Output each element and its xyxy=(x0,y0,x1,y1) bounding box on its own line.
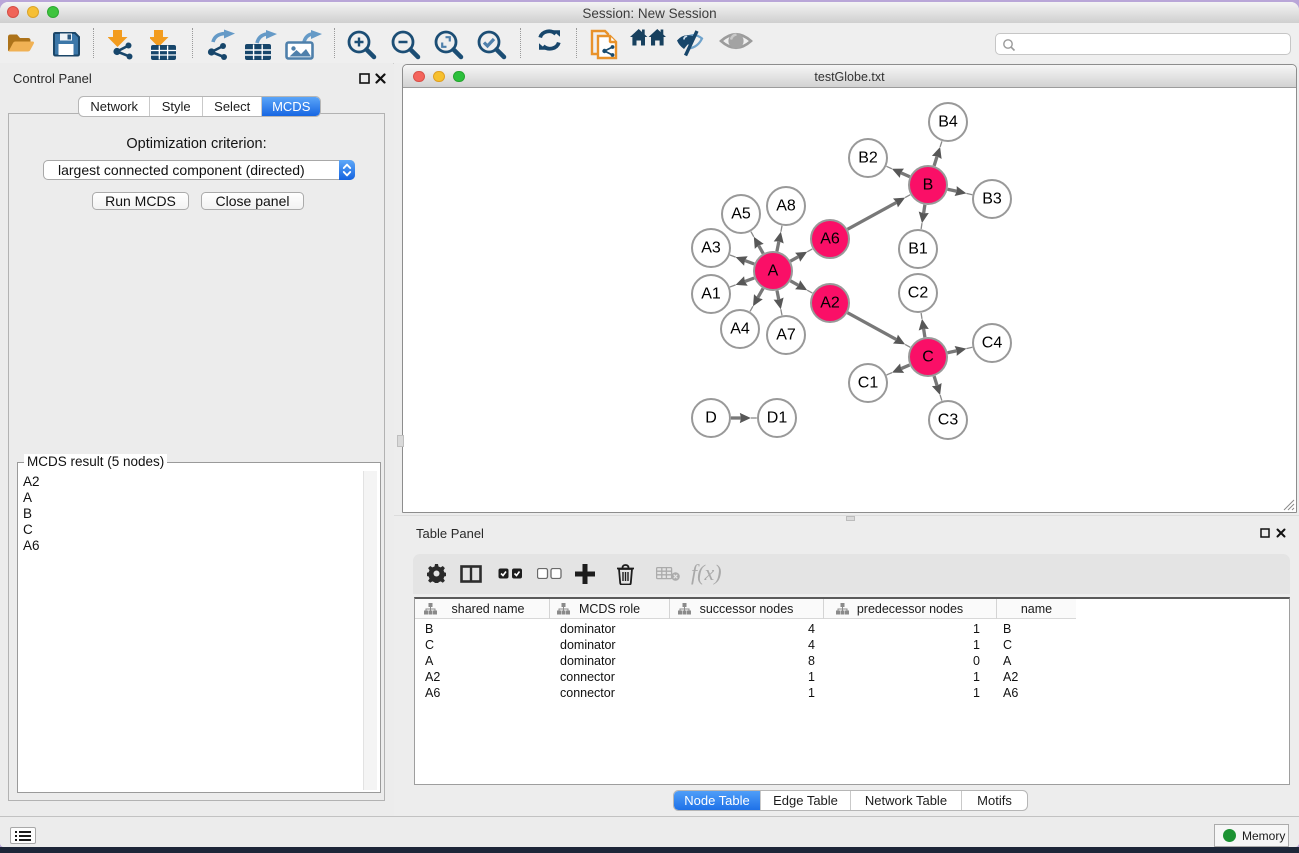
svg-text:A4: A4 xyxy=(730,321,750,338)
svg-text:C3: C3 xyxy=(938,412,959,429)
svg-text:A1: A1 xyxy=(701,286,721,303)
svg-text:A8: A8 xyxy=(776,198,796,215)
svg-text:C2: C2 xyxy=(908,285,929,302)
svg-text:B2: B2 xyxy=(858,150,878,167)
svg-text:C: C xyxy=(922,349,934,366)
svg-text:C1: C1 xyxy=(858,375,879,392)
svg-text:A: A xyxy=(768,263,779,280)
svg-text:B4: B4 xyxy=(938,114,958,131)
svg-text:C4: C4 xyxy=(982,335,1003,352)
svg-text:A2: A2 xyxy=(820,295,840,312)
svg-text:D1: D1 xyxy=(767,410,788,427)
svg-text:B3: B3 xyxy=(982,191,1002,208)
svg-text:B: B xyxy=(923,177,934,194)
svg-text:A6: A6 xyxy=(820,231,840,248)
svg-text:D: D xyxy=(705,410,717,427)
svg-text:B1: B1 xyxy=(908,241,928,258)
svg-text:A7: A7 xyxy=(776,327,796,344)
svg-text:A5: A5 xyxy=(731,206,751,223)
svg-text:A3: A3 xyxy=(701,240,721,257)
